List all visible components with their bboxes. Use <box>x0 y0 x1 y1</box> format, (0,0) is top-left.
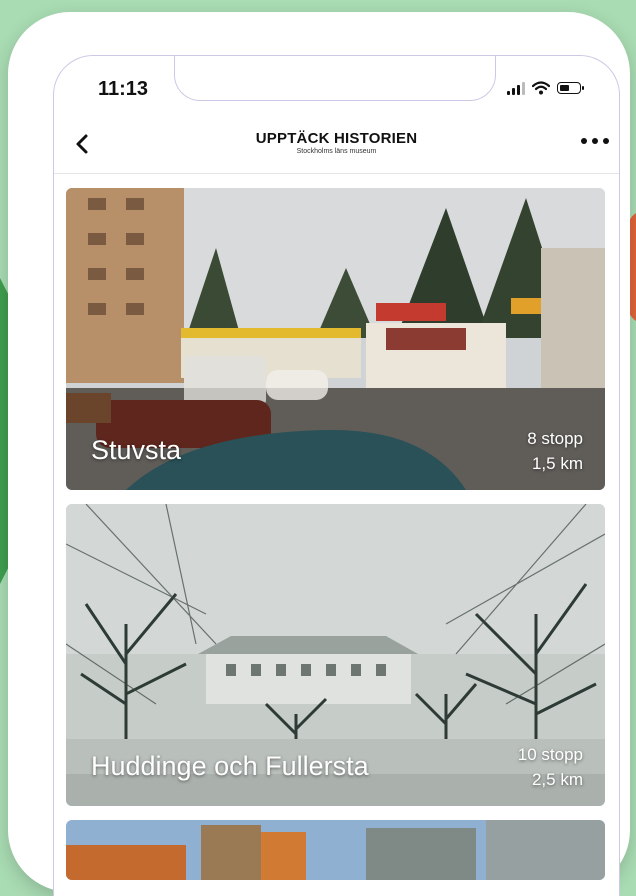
tour-card-stuvsta[interactable]: Stuvsta 8 stopp 1,5 km <box>66 188 605 490</box>
battery-icon <box>557 82 584 94</box>
tour-photo-partial <box>66 820 605 880</box>
tour-card-huddinge[interactable]: Huddinge och Fullersta 10 stopp 2,5 km <box>66 504 605 806</box>
phone-frame: 11:13 UPPTÄCK HISTORIEN Stockholms läns … <box>8 12 630 896</box>
tour-stops: 10 stopp <box>517 745 583 764</box>
more-dots-icon[interactable] <box>581 138 609 144</box>
status-icons <box>507 80 584 96</box>
app-screen: 11:13 UPPTÄCK HISTORIEN Stockholms läns … <box>53 55 620 896</box>
wifi-icon <box>532 81 550 95</box>
phone-notch <box>174 56 496 101</box>
status-time: 11:13 <box>98 78 149 100</box>
signal-icon <box>507 81 525 95</box>
header-titles: UPPTÄCK HISTORIEN Stockholms läns museum <box>54 130 619 155</box>
tour-name: Huddinge och Fullersta <box>91 751 369 781</box>
tour-meta: 10 stopp 2,5 km <box>518 742 583 792</box>
tour-name: Stuvsta <box>91 435 182 465</box>
tour-distance: 1,5 km <box>531 454 583 473</box>
tour-meta: 8 stopp 1,5 km <box>527 426 583 476</box>
tour-card-partial[interactable] <box>66 820 605 880</box>
navigation-bar: UPPTÄCK HISTORIEN Stockholms läns museum <box>54 118 619 174</box>
page-title: UPPTÄCK HISTORIEN <box>255 130 418 147</box>
tour-distance: 2,5 km <box>531 770 583 789</box>
tour-list: Stuvsta 8 stopp 1,5 km Huddinge och Full… <box>66 188 605 894</box>
page-subtitle: Stockholms läns museum <box>296 148 377 155</box>
tour-stops: 8 stopp <box>527 429 583 448</box>
